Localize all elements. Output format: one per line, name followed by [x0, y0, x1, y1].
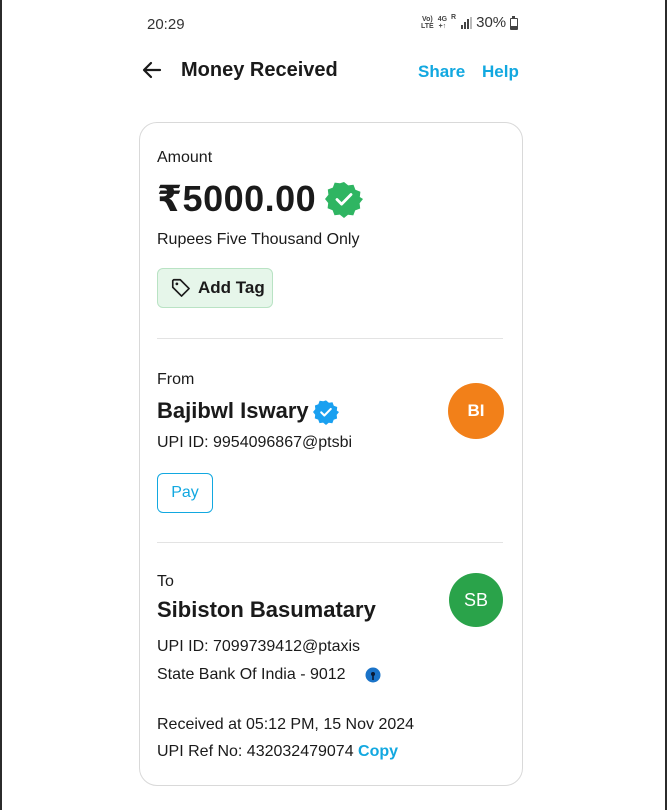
- received-timestamp: Received at 05:12 PM, 15 Nov 2024: [157, 716, 415, 733]
- help-button[interactable]: Help: [482, 62, 519, 82]
- roaming-indicator: R: [451, 14, 457, 21]
- network-4g-indicator: 4G +↑: [437, 15, 448, 30]
- status-indicators: Vo) LTE 4G +↑ R 30%: [421, 14, 519, 31]
- add-tag-button[interactable]: Add Tag: [157, 268, 273, 308]
- amount-value: ₹5000.00: [157, 178, 317, 219]
- status-time: 20:29: [147, 16, 185, 33]
- sender-upi-id: UPI ID: 9954096867@ptsbi: [157, 434, 353, 451]
- receiver-avatar: SB: [449, 573, 503, 627]
- window-frame-left: [0, 0, 2, 810]
- upi-ref-number: UPI Ref No: 432032479074: [157, 743, 354, 760]
- pay-button[interactable]: Pay: [157, 473, 213, 513]
- add-tag-label: Add Tag: [198, 278, 265, 297]
- section-divider: [157, 542, 503, 543]
- share-button[interactable]: Share: [418, 62, 465, 82]
- sender-avatar: BI: [448, 383, 504, 439]
- signal-bars-icon: [461, 16, 473, 29]
- receiver-bank-account: State Bank Of India - 9012: [157, 666, 346, 683]
- amount-label: Amount: [157, 149, 213, 166]
- receiver-upi-id: UPI ID: 7099739412@ptaxis: [157, 638, 361, 655]
- page-title: Money Received: [181, 59, 338, 81]
- sbi-bank-icon: [365, 667, 381, 683]
- copy-ref-button[interactable]: Copy: [358, 743, 398, 760]
- verified-badge-icon: [325, 180, 363, 218]
- back-arrow-icon[interactable]: [140, 58, 164, 82]
- to-label: To: [157, 573, 174, 590]
- volte-indicator: Vo) LTE: [421, 15, 434, 30]
- battery-percent: 30%: [476, 14, 507, 31]
- transaction-card: [139, 122, 523, 786]
- tag-icon: [171, 278, 190, 297]
- sender-name: Bajibwl Iswary: [157, 398, 309, 423]
- section-divider: [157, 338, 503, 339]
- battery-icon: [510, 15, 519, 30]
- sender-verified-badge-icon: [313, 399, 339, 425]
- upi-ref-line: UPI Ref No: 432032479074 Copy: [157, 743, 398, 761]
- receiver-name: Sibiston Basumatary: [157, 597, 376, 622]
- from-label: From: [157, 371, 195, 388]
- amount-in-words: Rupees Five Thousand Only: [157, 231, 360, 248]
